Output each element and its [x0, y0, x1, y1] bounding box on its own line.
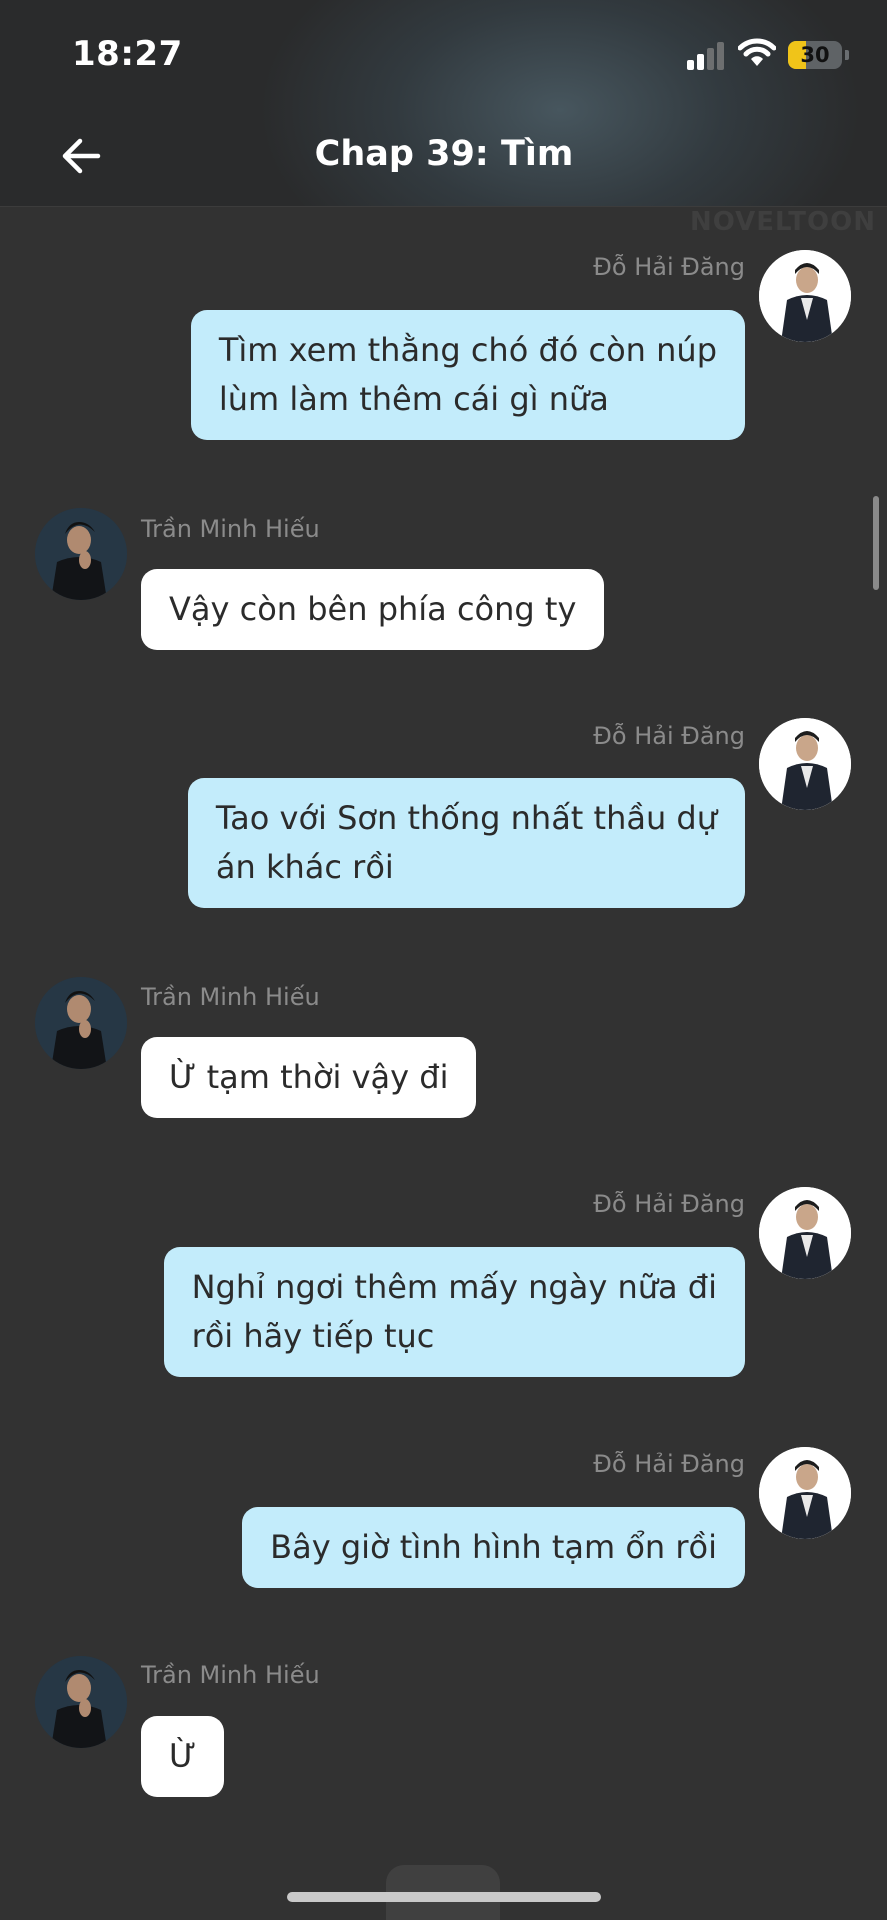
message-line: rồi hãy tiếp tục [191, 1317, 435, 1355]
wifi-icon [737, 36, 777, 68]
battery-cap [845, 50, 849, 60]
message-line: Vậy còn bên phía công ty [169, 590, 577, 628]
sender-name: Đỗ Hải Đăng [593, 253, 745, 281]
avatar[interactable] [759, 718, 851, 810]
sender-name: Trần Minh Hiếu [141, 515, 320, 543]
status-time: 18:27 [72, 34, 183, 74]
avatar[interactable] [35, 977, 127, 1069]
avatar[interactable] [35, 508, 127, 600]
message-line: lùm làm thêm cái gì nữa [218, 380, 609, 418]
sender-name: Trần Minh Hiếu [141, 983, 320, 1011]
message-bubble: Nghỉ ngơi thêm mấy ngày nữa đi rồi hãy t… [163, 1247, 745, 1377]
cellular-signal-icon [687, 40, 727, 70]
message-line: Tao với Sơn thống nhất thầu dự [215, 799, 717, 837]
message-bubble: Ừ tạm thời vậy đi [141, 1037, 477, 1118]
message-bubble: Tìm xem thằng chó đó còn núp lùm làm thê… [190, 310, 745, 440]
message-bubble: Vậy còn bên phía công ty [141, 569, 605, 650]
message-line: Tìm xem thằng chó đó còn núp [218, 331, 717, 369]
message-line: Ừ tạm thời vậy đi [169, 1058, 449, 1096]
message-bubble: Ừ [141, 1716, 225, 1797]
message-line: Ừ [169, 1737, 197, 1775]
sender-name: Đỗ Hải Đăng [593, 722, 745, 750]
avatar[interactable] [759, 1447, 851, 1539]
watermark-logo: NOVELTOON [690, 207, 877, 237]
battery-icon: 30 [788, 41, 842, 69]
message-line: Bây giờ tình hình tạm ổn rồi [270, 1528, 717, 1566]
message-bubble: Bây giờ tình hình tạm ổn rồi [242, 1507, 745, 1588]
scrollbar[interactable] [873, 496, 879, 590]
avatar[interactable] [759, 1187, 851, 1279]
avatar[interactable] [759, 250, 851, 342]
chapter-title: Chap 39: Tìm [314, 134, 574, 174]
home-indicator[interactable] [287, 1892, 601, 1902]
back-button[interactable] [58, 132, 106, 180]
message-line: án khác rồi [215, 848, 394, 886]
sender-name: Trần Minh Hiếu [141, 1661, 320, 1689]
sender-name: Đỗ Hải Đăng [593, 1190, 745, 1218]
sender-name: Đỗ Hải Đăng [593, 1450, 745, 1478]
avatar[interactable] [35, 1656, 127, 1748]
message-line: Nghỉ ngơi thêm mấy ngày nữa đi [191, 1268, 717, 1306]
arrow-left-icon [62, 138, 101, 174]
battery-level: 30 [800, 43, 830, 67]
top-bar: 18:27 30 Chap 39: Tìm [0, 0, 887, 207]
message-bubble: Tao với Sơn thống nhất thầu dự án khác r… [187, 778, 745, 908]
